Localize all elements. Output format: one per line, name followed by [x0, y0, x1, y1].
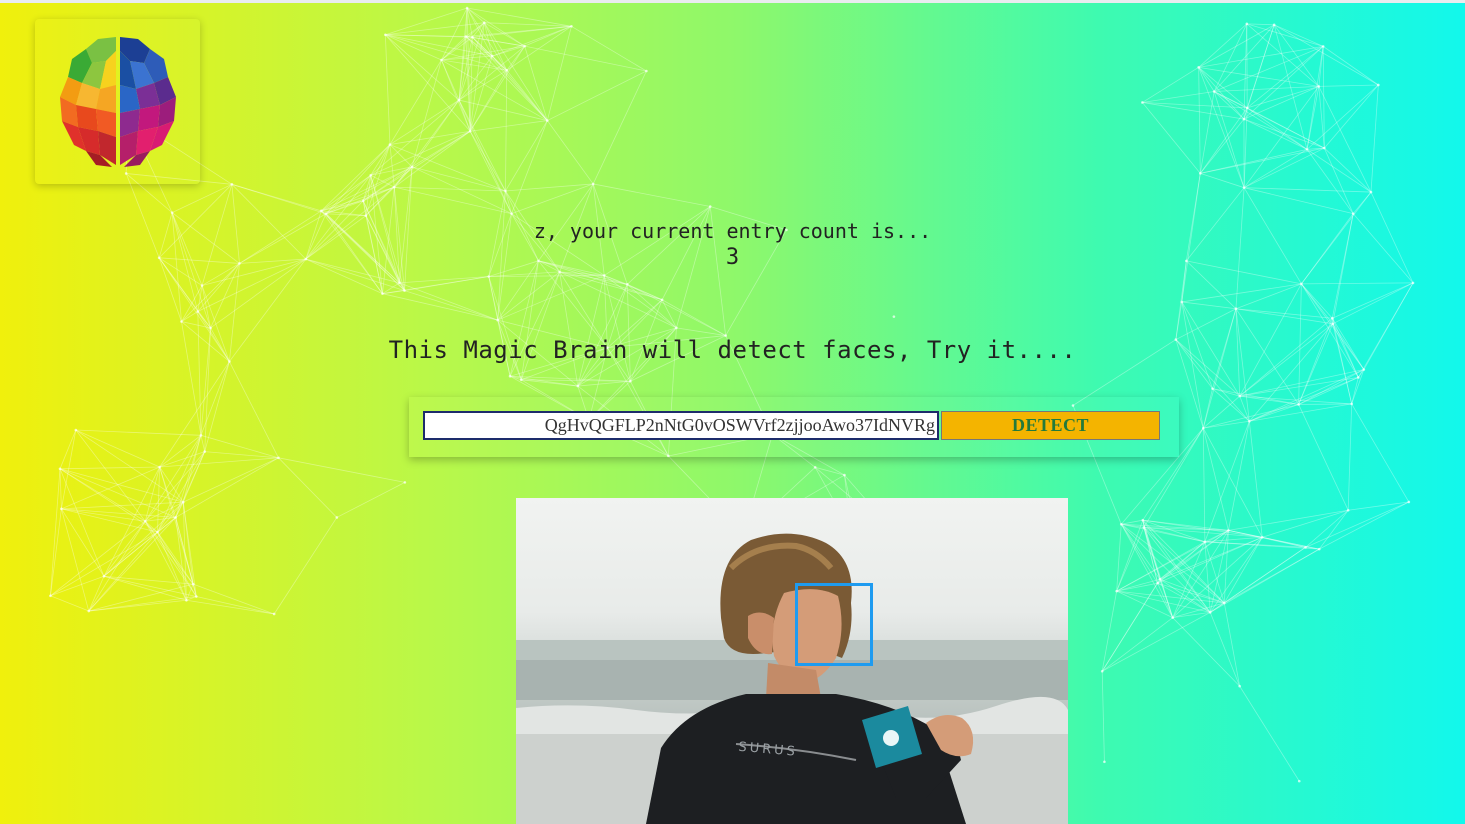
face-bounding-box — [795, 583, 873, 666]
image-url-value: QgHvQGFLP2nNtG0vOSWVrf2zjjooAwo37IdNVRg — [544, 415, 935, 435]
detect-button[interactable]: DETECT — [941, 411, 1160, 440]
result-image: SURUS — [516, 498, 1068, 824]
image-url-input[interactable]: QgHvQGFLP2nNtG0vOSWVrf2zjjooAwo37IdNVRg — [423, 411, 939, 440]
top-border — [0, 0, 1465, 3]
entry-count-message: z, your current entry count is... — [533, 219, 932, 243]
brain-icon — [60, 37, 176, 167]
page-tagline: This Magic Brain will detect faces, Try … — [388, 336, 1077, 364]
entry-count-value: 3 — [725, 245, 740, 270]
logo-container[interactable] — [35, 19, 200, 184]
surfer-photo: SURUS — [516, 533, 1068, 824]
